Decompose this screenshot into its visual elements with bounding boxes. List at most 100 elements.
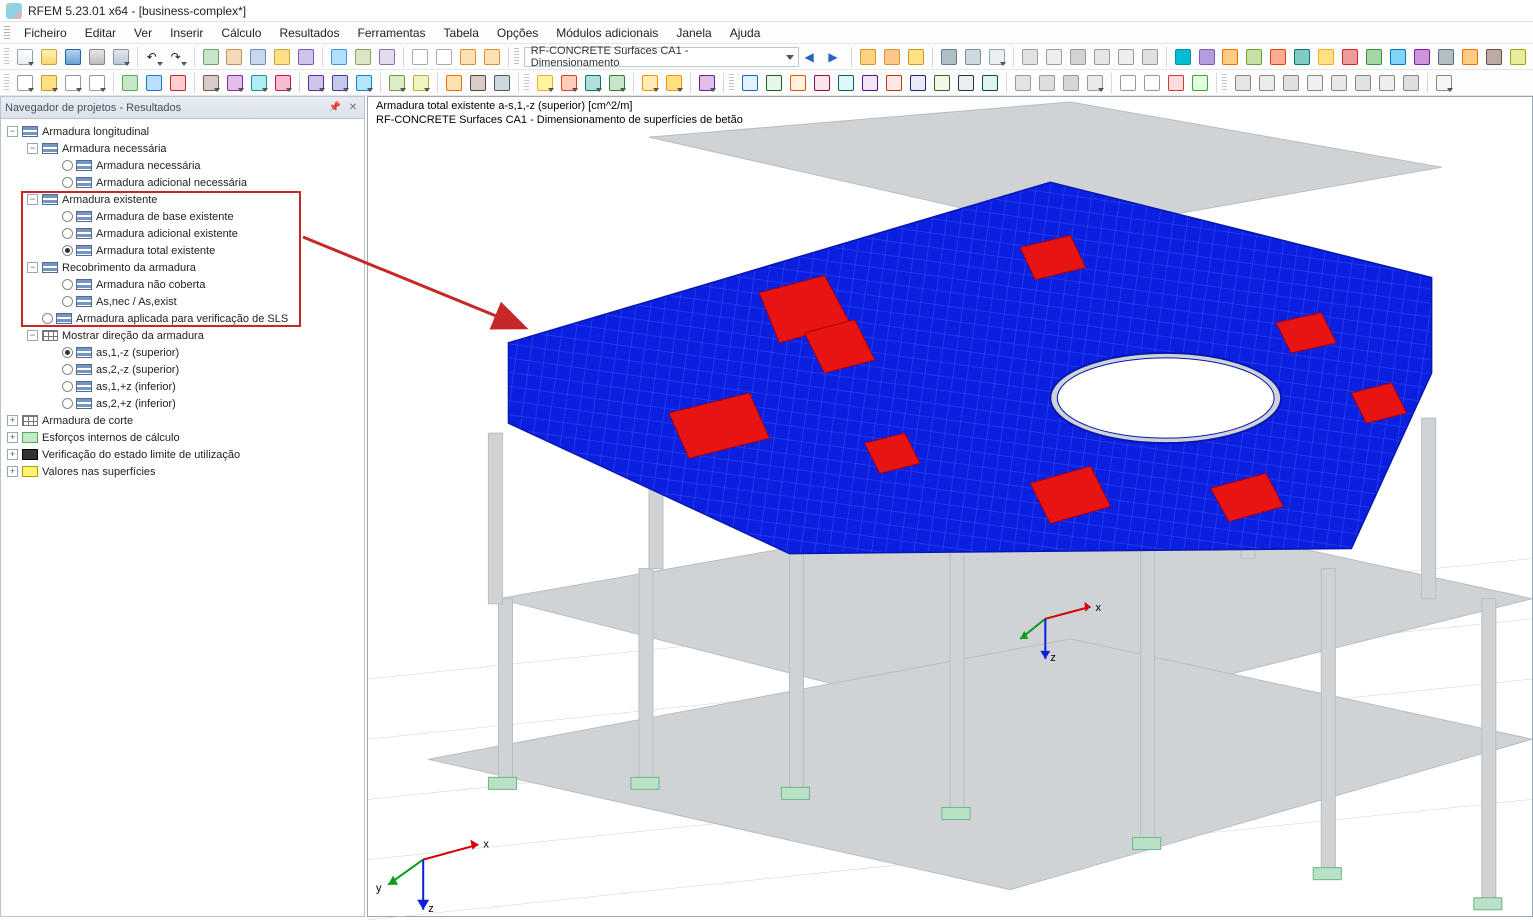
tool-button[interactable] xyxy=(271,46,293,68)
menu-ferramentas[interactable]: Ferramentas xyxy=(349,24,433,42)
tool-button[interactable] xyxy=(167,72,189,94)
view-button[interactable] xyxy=(1196,46,1218,68)
menu-janela[interactable]: Janela xyxy=(668,24,719,42)
tool-button[interactable] xyxy=(467,72,489,94)
tool-button[interactable] xyxy=(224,72,246,94)
tool-button[interactable] xyxy=(386,72,408,94)
tool-button[interactable] xyxy=(1012,72,1034,94)
view-button[interactable] xyxy=(1339,46,1361,68)
tool-button[interactable] xyxy=(457,46,479,68)
results-case-combo[interactable]: RF-CONCRETE Surfaces CA1 - Dimensionamen… xyxy=(524,47,799,67)
tool-button[interactable] xyxy=(696,72,718,94)
view-button[interactable] xyxy=(1435,46,1457,68)
tool-button[interactable] xyxy=(558,72,580,94)
tool-button[interactable] xyxy=(1232,72,1254,94)
tool-button[interactable] xyxy=(883,72,905,94)
tool-button[interactable] xyxy=(739,72,761,94)
help-button[interactable] xyxy=(1172,46,1194,68)
tool-button[interactable] xyxy=(376,46,398,68)
view-button[interactable] xyxy=(1243,46,1265,68)
tool-button[interactable] xyxy=(1084,72,1106,94)
tool-button[interactable] xyxy=(143,72,165,94)
tool-button[interactable] xyxy=(859,72,881,94)
tool-button[interactable] xyxy=(1165,72,1187,94)
tool-button[interactable] xyxy=(200,72,222,94)
tool-button[interactable] xyxy=(409,46,431,68)
menu-ficheiro[interactable]: Ficheiro xyxy=(16,24,75,42)
tool-button[interactable] xyxy=(86,72,108,94)
model-viewport[interactable]: Armadura total existente a-s,1,-z (super… xyxy=(367,96,1533,917)
tool-button[interactable] xyxy=(1036,72,1058,94)
prev-case-button[interactable]: ◀ xyxy=(801,46,823,68)
menu-modulos[interactable]: Módulos adicionais xyxy=(548,24,666,42)
undo-button[interactable]: ↶ xyxy=(143,46,165,68)
tool-button[interactable] xyxy=(955,72,977,94)
tool-button[interactable] xyxy=(433,46,455,68)
tool-button[interactable] xyxy=(907,72,929,94)
view-button[interactable] xyxy=(1459,46,1481,68)
tool-button[interactable] xyxy=(811,72,833,94)
tool-button[interactable] xyxy=(491,72,513,94)
menu-ajuda[interactable]: Ajuda xyxy=(722,24,769,42)
next-case-button[interactable]: ▶ xyxy=(824,46,846,68)
tool-button[interactable] xyxy=(763,72,785,94)
view-button[interactable] xyxy=(1220,46,1242,68)
tool-button[interactable] xyxy=(352,46,374,68)
new-file-button[interactable] xyxy=(14,46,36,68)
tool-button[interactable] xyxy=(931,72,953,94)
tool-button[interactable] xyxy=(1141,72,1163,94)
tool-button[interactable] xyxy=(353,72,375,94)
display-toggle-button[interactable] xyxy=(857,46,879,68)
view-button[interactable] xyxy=(1387,46,1409,68)
tool-button[interactable] xyxy=(119,72,141,94)
tool-button[interactable] xyxy=(1376,72,1398,94)
tool-button[interactable] xyxy=(1280,72,1302,94)
tool-button[interactable] xyxy=(1060,72,1082,94)
tool-button[interactable] xyxy=(663,72,685,94)
tool-button[interactable] xyxy=(38,72,60,94)
tool-button[interactable] xyxy=(534,72,556,94)
redo-button[interactable]: ↷ xyxy=(167,46,189,68)
view-button[interactable] xyxy=(1483,46,1505,68)
view-button[interactable] xyxy=(1115,46,1137,68)
tree-node-valores-superficies[interactable]: +Valores nas superfícies xyxy=(3,463,362,480)
tool-button[interactable] xyxy=(1352,72,1374,94)
display-toggle-button[interactable] xyxy=(881,46,903,68)
tool-button[interactable] xyxy=(582,72,604,94)
view-button[interactable] xyxy=(1019,46,1041,68)
tool-button[interactable] xyxy=(1256,72,1278,94)
view-button[interactable] xyxy=(1267,46,1289,68)
tool-button[interactable] xyxy=(639,72,661,94)
save-file-button[interactable] xyxy=(62,46,84,68)
menu-tabela[interactable]: Tabela xyxy=(436,24,487,42)
tool-button[interactable] xyxy=(979,72,1001,94)
view-button[interactable] xyxy=(1043,46,1065,68)
tool-button[interactable] xyxy=(248,72,270,94)
tool-button[interactable] xyxy=(295,46,317,68)
menu-inserir[interactable]: Inserir xyxy=(162,24,211,42)
view-button[interactable] xyxy=(938,46,960,68)
print-graphic-button[interactable] xyxy=(110,46,132,68)
tool-button[interactable] xyxy=(328,46,350,68)
tool-button[interactable] xyxy=(410,72,432,94)
view-button[interactable] xyxy=(1067,46,1089,68)
view-button[interactable] xyxy=(1139,46,1161,68)
tool-button[interactable] xyxy=(481,46,503,68)
tool-button[interactable] xyxy=(305,72,327,94)
display-toggle-button[interactable] xyxy=(905,46,927,68)
view-button[interactable] xyxy=(1315,46,1337,68)
tool-button[interactable] xyxy=(1189,72,1211,94)
view-button[interactable] xyxy=(1363,46,1385,68)
view-button[interactable] xyxy=(1411,46,1433,68)
menu-resultados[interactable]: Resultados xyxy=(271,24,347,42)
menu-calculo[interactable]: Cálculo xyxy=(213,24,269,42)
print-button[interactable] xyxy=(86,46,108,68)
tool-button[interactable] xyxy=(1304,72,1326,94)
tool-button[interactable] xyxy=(14,72,36,94)
view-button[interactable] xyxy=(1091,46,1113,68)
tool-button[interactable] xyxy=(62,72,84,94)
view-button[interactable] xyxy=(1507,46,1529,68)
tool-button[interactable] xyxy=(1117,72,1139,94)
tool-button[interactable] xyxy=(272,72,294,94)
tool-button[interactable] xyxy=(443,72,465,94)
